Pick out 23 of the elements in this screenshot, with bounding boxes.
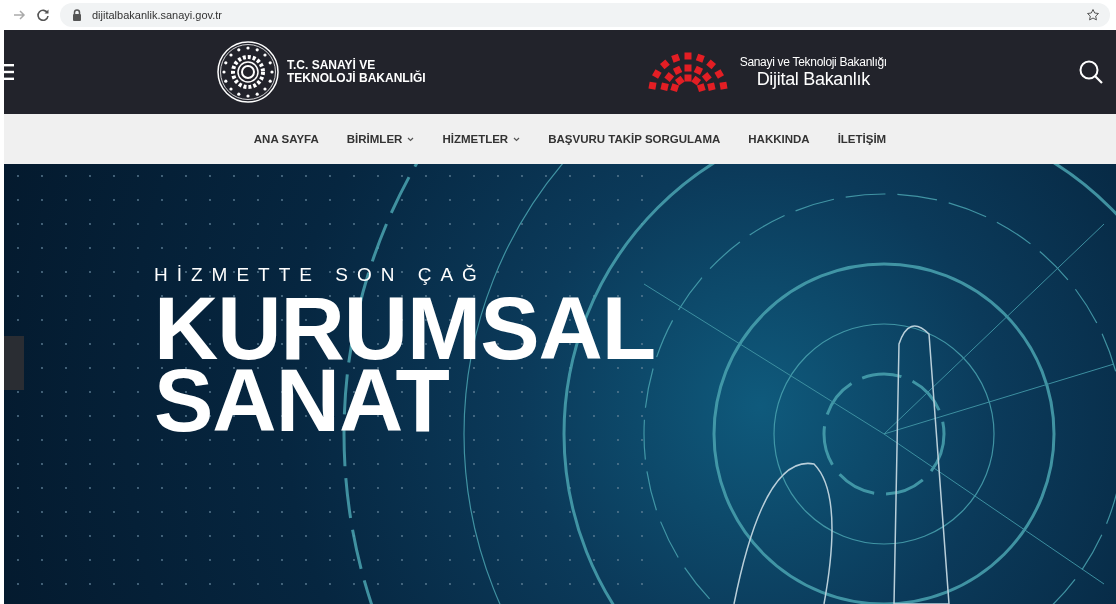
- logo-text: T.C. SANAYİ VE: [287, 59, 376, 72]
- logo-subtitle: Sanayi ve Teknoloji Bakanlığı: [739, 54, 887, 69]
- logo-title: Dijital Bakanlık: [756, 68, 870, 90]
- menu-icon[interactable]: [4, 63, 14, 81]
- nav-link[interactable]: BİRİMLER: [346, 133, 415, 145]
- logo-text: TEKNOLOJİ BAKANLIĞI: [287, 72, 426, 85]
- caret-icon: [513, 136, 521, 142]
- hero-title: SANAT: [154, 364, 449, 436]
- hero-subtitle: HİZMETTE SON ÇAĞ: [154, 264, 486, 286]
- slider-tab[interactable]: [4, 336, 24, 390]
- nav-link[interactable]: HİZMETLER: [442, 133, 521, 145]
- hero-title: KURUMSAL: [154, 292, 656, 364]
- nav-link[interactable]: BAŞVURU TAKİP SORGULAMA: [548, 133, 721, 145]
- nav-link[interactable]: HAKKINDA: [748, 133, 810, 145]
- lock-icon: [70, 8, 84, 22]
- url-text[interactable]: dijitalbakanlik.sanayi.gov.tr: [92, 9, 223, 21]
- search-icon[interactable]: [1078, 59, 1104, 85]
- ministry-seal-icon[interactable]: [217, 41, 279, 103]
- reload-icon[interactable]: [36, 8, 50, 22]
- star-icon[interactable]: [1086, 8, 1100, 22]
- caret-icon: [407, 136, 415, 142]
- nav-link[interactable]: İLETİŞİM: [837, 133, 887, 145]
- nav-link[interactable]: ANA SAYFA: [253, 133, 319, 145]
